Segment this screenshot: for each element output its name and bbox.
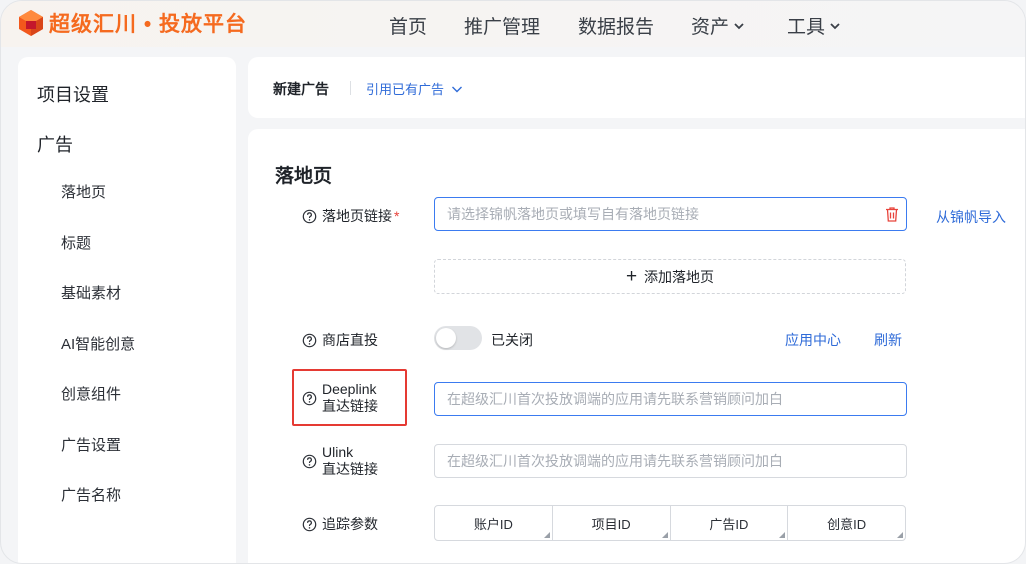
ulink-placeholder: 在超级汇川首次投放调端的应用请先联系营销顾问加白 bbox=[447, 453, 783, 469]
param-label: 创意ID bbox=[827, 516, 867, 532]
resize-corner-icon bbox=[779, 532, 786, 538]
landing-page-section: 落地页 落地页链接 * 请选择锦帆落地页或填写自有落地页链接 从锦帆导入 + 添加… bbox=[248, 129, 1025, 563]
app-center-link[interactable]: 应用中心 bbox=[785, 330, 841, 350]
store-direct-label-text: 商店直投 bbox=[322, 332, 378, 348]
ulink-input[interactable]: 在超级汇川首次投放调端的应用请先联系营销顾问加白 bbox=[434, 444, 907, 478]
chevron-down-icon bbox=[830, 22, 840, 29]
store-direct-label: 商店直投 bbox=[302, 330, 378, 350]
deeplink-label: Deeplink 直达链接 bbox=[302, 381, 378, 415]
quote-existing-ad-label: 引用已有广告 bbox=[366, 82, 445, 97]
add-landing-page-label: 添加落地页 bbox=[644, 268, 715, 285]
nav-item-label: 首页 bbox=[389, 17, 428, 38]
refresh-link[interactable]: 刷新 bbox=[874, 330, 902, 350]
sidebar-group-project-settings[interactable]: 项目设置 bbox=[37, 81, 109, 107]
param-label: 广告ID bbox=[709, 516, 749, 532]
quote-existing-ad-dropdown[interactable]: 引用已有广告 bbox=[366, 79, 463, 98]
deeplink-label-line1: Deeplink bbox=[322, 381, 377, 397]
help-icon[interactable] bbox=[302, 454, 317, 469]
help-icon[interactable] bbox=[302, 209, 317, 224]
sidebar-group-ads[interactable]: 广告 bbox=[37, 131, 73, 157]
nav-item-label: 推广管理 bbox=[464, 17, 541, 38]
sidebar-item-ad-name[interactable]: 广告名称 bbox=[61, 484, 121, 505]
nav-item-home[interactable]: 首页 bbox=[389, 12, 427, 39]
nav-item-label: 资产 bbox=[691, 17, 730, 38]
plus-icon: + bbox=[625, 266, 638, 287]
top-bar: 超级汇川 • 投放平台 首页 推广管理 数据报告 资产 工具 bbox=[1, 1, 1025, 47]
nav-item-label: 工具 bbox=[787, 17, 826, 38]
sidebar-item-ai-creative[interactable]: AI智能创意 bbox=[61, 333, 135, 354]
landing-link-label: 落地页链接 * bbox=[302, 206, 399, 226]
tracking-params-group: 账户ID 项目ID 广告ID 创意ID bbox=[434, 505, 906, 541]
app-frame: 超级汇川 • 投放平台 首页 推广管理 数据报告 资产 工具 项目设置 广告 落… bbox=[0, 0, 1026, 564]
brand[interactable]: 超级汇川 • 投放平台 bbox=[17, 7, 247, 39]
nav-item-promotion[interactable]: 推广管理 bbox=[464, 12, 540, 39]
resize-corner-icon bbox=[897, 532, 903, 538]
add-landing-page-button[interactable]: + 添加落地页 bbox=[434, 259, 906, 294]
tracking-params-label-text: 追踪参数 bbox=[322, 516, 378, 532]
sidebar-item-landing-page[interactable]: 落地页 bbox=[61, 181, 106, 202]
chevron-down-icon bbox=[452, 86, 463, 92]
deeplink-input[interactable]: 在超级汇川首次投放调端的应用请先联系营销顾问加白 bbox=[434, 382, 907, 416]
nav-item-assets[interactable]: 资产 bbox=[691, 12, 745, 39]
nav-item-label: 数据报告 bbox=[578, 17, 655, 38]
landing-link-input[interactable]: 请选择锦帆落地页或填写自有落地页链接 bbox=[434, 197, 907, 231]
param-project-id[interactable]: 项目ID bbox=[553, 506, 671, 540]
toggle-state-text: 已关闭 bbox=[491, 332, 533, 348]
param-account-id[interactable]: 账户ID bbox=[435, 506, 553, 540]
nav-item-tools[interactable]: 工具 bbox=[787, 12, 841, 39]
help-icon[interactable] bbox=[302, 333, 317, 348]
sidebar: 项目设置 广告 落地页 标题 基础素材 AI智能创意 创意组件 广告设置 广告名… bbox=[18, 57, 236, 563]
chevron-down-icon bbox=[734, 22, 744, 29]
ulink-label: Ulink 直达链接 bbox=[302, 444, 378, 478]
help-icon[interactable] bbox=[302, 517, 317, 532]
store-direct-toggle[interactable] bbox=[434, 326, 482, 350]
landing-link-label-text: 落地页链接 bbox=[322, 208, 392, 224]
import-from-jinfan-link[interactable]: 从锦帆导入 bbox=[936, 207, 1006, 227]
ulink-label-line2: 直达链接 bbox=[322, 461, 378, 477]
ulink-label-text: Ulink 直达链接 bbox=[322, 444, 378, 478]
resize-corner-icon bbox=[543, 532, 550, 538]
brand-name: 超级汇川 • 投放平台 bbox=[49, 13, 248, 36]
landing-link-placeholder: 请选择锦帆落地页或填写自有落地页链接 bbox=[447, 206, 699, 222]
trash-icon[interactable] bbox=[884, 206, 900, 223]
deeplink-label-line2: 直达链接 bbox=[322, 398, 378, 414]
sidebar-item-basic-material[interactable]: 基础素材 bbox=[61, 282, 121, 303]
header-divider bbox=[350, 81, 351, 95]
sidebar-item-ad-settings[interactable]: 广告设置 bbox=[61, 434, 121, 455]
toggle-knob bbox=[436, 328, 456, 348]
ulink-label-line1: Ulink bbox=[322, 444, 354, 460]
sidebar-item-creative-components[interactable]: 创意组件 bbox=[61, 383, 121, 404]
section-title: 落地页 bbox=[275, 166, 333, 187]
help-icon[interactable] bbox=[302, 391, 317, 406]
resize-corner-icon bbox=[661, 532, 668, 538]
tracking-params-label: 追踪参数 bbox=[302, 514, 378, 534]
param-label: 账户ID bbox=[473, 516, 513, 532]
param-creative-id[interactable]: 创意ID bbox=[788, 506, 905, 540]
param-ad-id[interactable]: 广告ID bbox=[671, 506, 789, 540]
brand-logo-icon bbox=[19, 10, 43, 36]
sidebar-item-title[interactable]: 标题 bbox=[61, 232, 91, 253]
required-mark: * bbox=[394, 208, 400, 224]
deeplink-label-text: Deeplink 直达链接 bbox=[322, 381, 378, 415]
param-label: 项目ID bbox=[591, 516, 631, 532]
header-card: 新建广告 引用已有广告 bbox=[248, 57, 1025, 118]
nav-item-reports[interactable]: 数据报告 bbox=[578, 12, 654, 39]
page-title: 新建广告 bbox=[273, 81, 329, 97]
deeplink-placeholder: 在超级汇川首次投放调端的应用请先联系营销顾问加白 bbox=[447, 391, 783, 407]
